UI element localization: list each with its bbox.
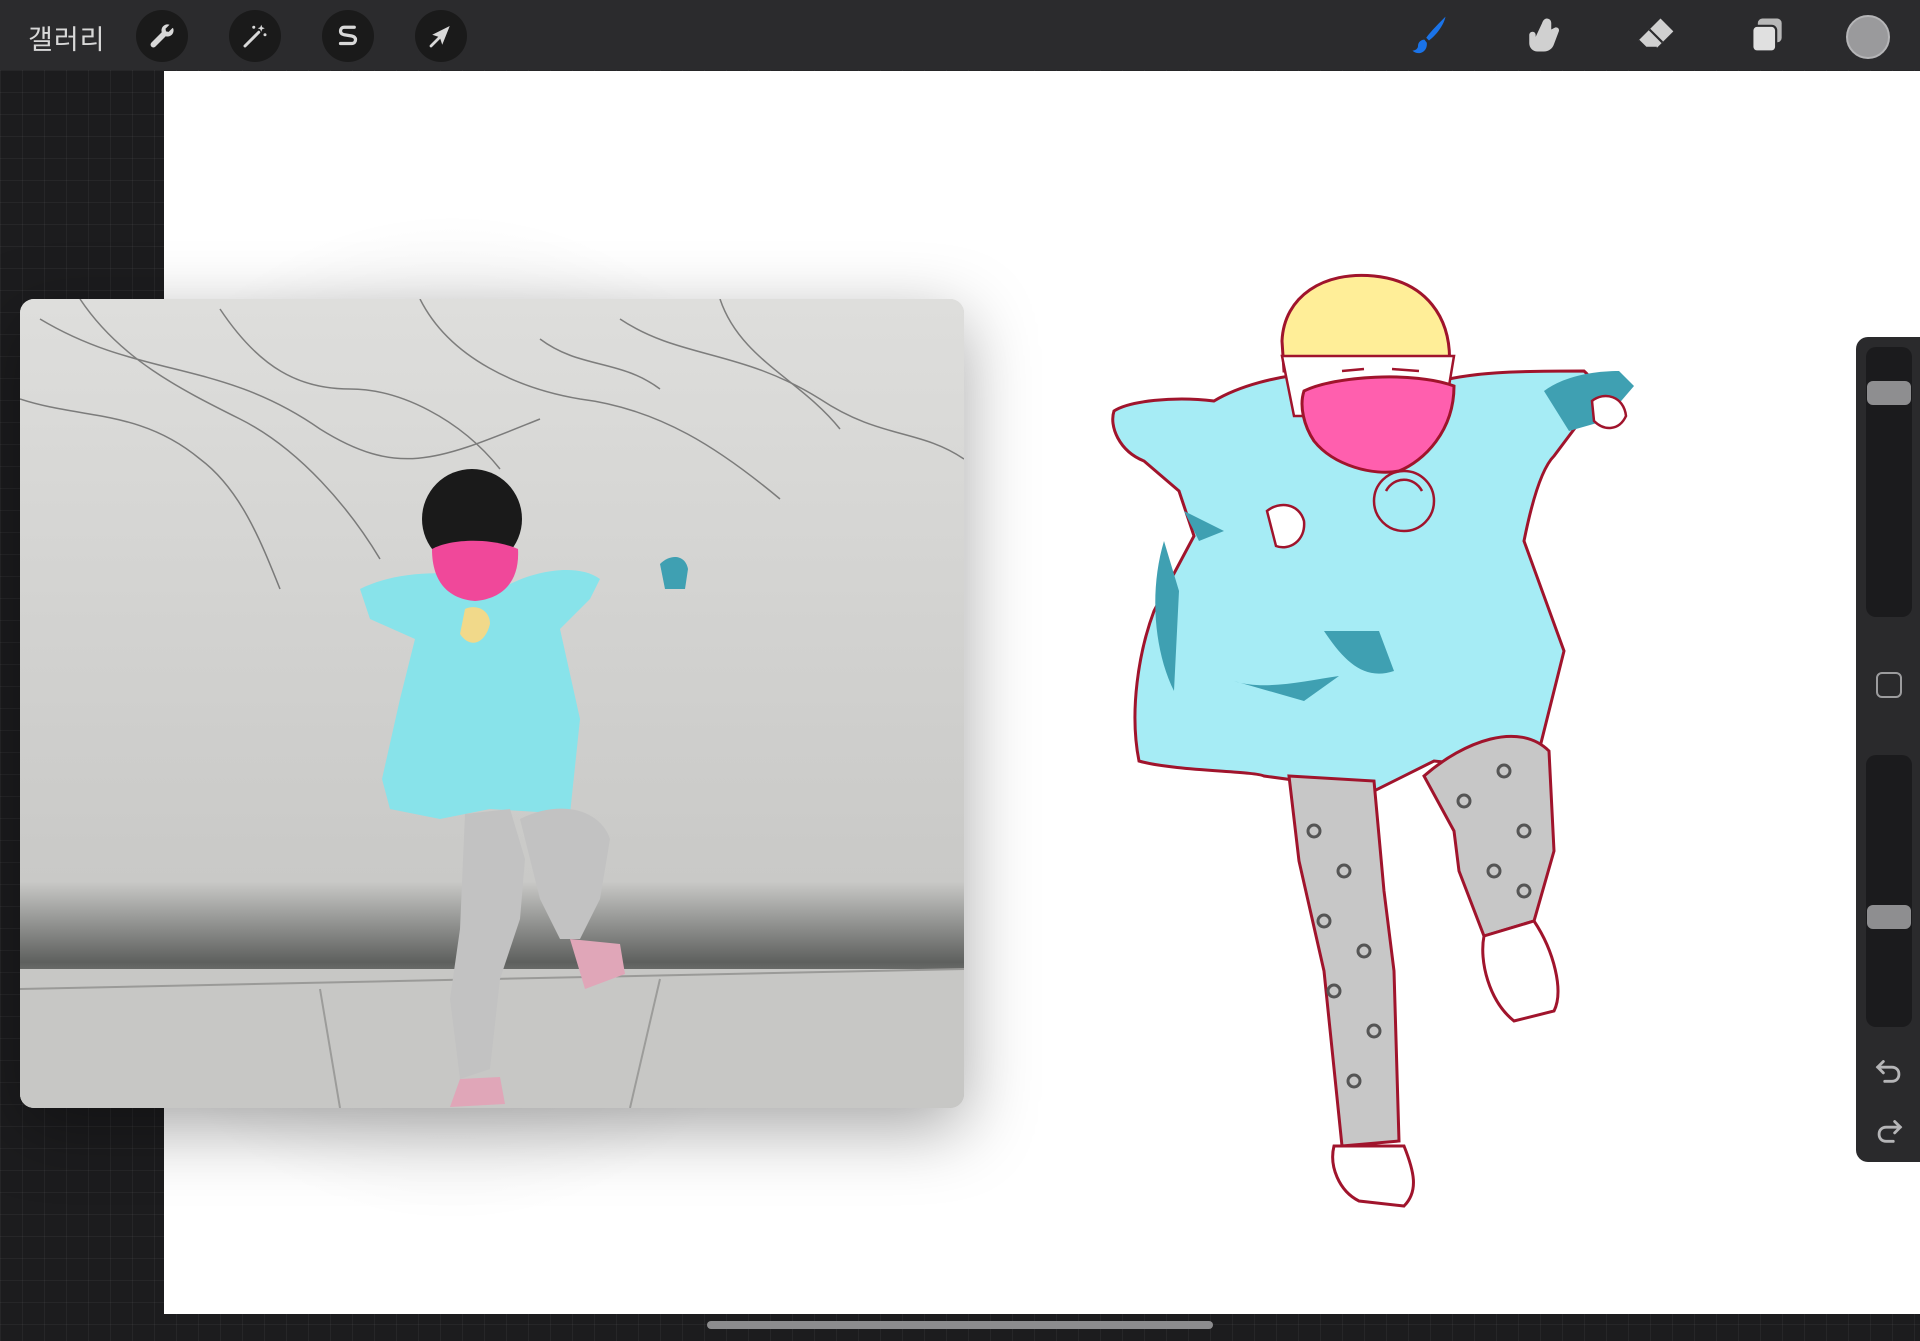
arrow-cursor-icon [429,26,450,48]
selection-button[interactable] [322,10,374,62]
reference-photo [20,299,964,1108]
gallery-button[interactable]: 갤러리 [28,18,106,57]
brush-sidebar [1856,337,1920,1162]
home-indicator[interactable] [707,1321,1213,1329]
top-toolbar: 갤러리 [0,0,1920,70]
redo-icon[interactable] [1872,1113,1906,1147]
selection-s-icon [338,25,358,46]
brush-opacity-thumb[interactable] [1867,905,1911,929]
undo-icon[interactable] [1872,1053,1906,1087]
left-foot [1331,1144,1415,1208]
right-leg [1422,734,1556,938]
magic-wand-icon [243,24,267,48]
brush-size-slider[interactable] [1866,347,1912,617]
brush-size-thumb[interactable] [1867,381,1911,405]
layers-icon [1751,18,1782,53]
right-foot [1481,919,1560,1023]
wrench-icon [150,24,174,48]
color-picker-button[interactable] [1846,15,1890,59]
modifier-square-icon[interactable] [1876,672,1902,698]
brush-tool-button[interactable] [1406,12,1452,58]
actions-button[interactable] [136,10,188,62]
adjustments-button[interactable] [229,10,281,62]
brush-icon [1412,16,1446,54]
transform-button[interactable] [415,10,467,62]
eraser-icon [1637,18,1674,49]
left-leg [1287,774,1401,1148]
reference-image-window[interactable] [20,299,964,1108]
brush-opacity-slider[interactable] [1866,755,1912,1027]
eraser-tool-button[interactable] [1632,12,1678,58]
layers-button[interactable] [1744,12,1790,58]
smudge-finger-icon [1529,18,1560,52]
smudge-tool-button[interactable] [1520,12,1566,58]
